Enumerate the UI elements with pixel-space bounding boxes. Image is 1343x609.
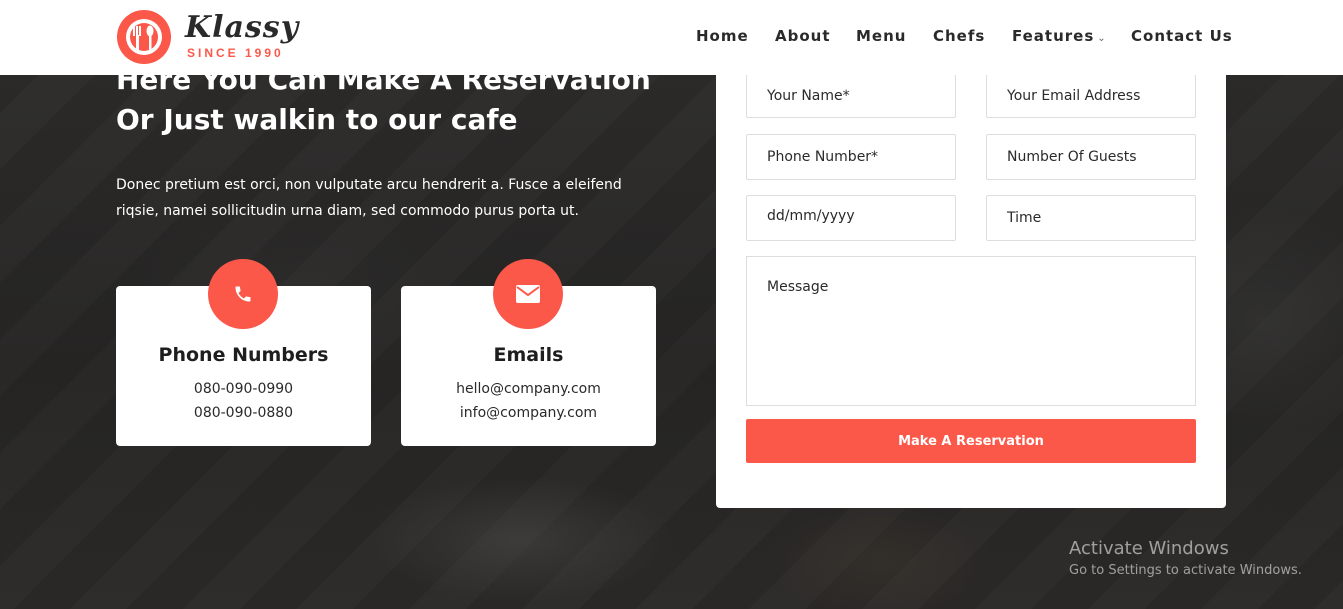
nav-item-contact-us[interactable]: Contact Us xyxy=(1131,27,1233,45)
reservation-form: Your Name* Your Email Address Phone Numb… xyxy=(716,60,1226,508)
nav-item-features[interactable]: Features ⌄ xyxy=(1012,27,1107,45)
email-address: hello@company.com xyxy=(456,381,601,397)
date-input[interactable]: dd/mm/yyyy xyxy=(746,195,956,241)
logo-tagline: SINCE 1990 xyxy=(187,46,284,60)
card-title: Emails xyxy=(493,344,564,366)
guests-select[interactable]: Number Of Guests xyxy=(986,134,1196,180)
name-input[interactable]: Your Name* xyxy=(746,74,956,118)
phone-input[interactable]: Phone Number* xyxy=(746,134,956,180)
make-reservation-button[interactable]: Make A Reservation xyxy=(746,419,1196,463)
nav-item-chefs[interactable]: Chefs xyxy=(933,27,985,45)
nav-item-menu[interactable]: Menu xyxy=(856,27,906,45)
nav-item-about[interactable]: About xyxy=(775,27,831,45)
envelope-icon xyxy=(516,285,540,303)
activate-windows-subtitle: Go to Settings to activate Windows. xyxy=(1069,563,1302,578)
activate-windows-watermark: Activate Windows Go to Settings to activ… xyxy=(1069,538,1302,578)
description-line-1: Donec pretium est orci, non vulputate ar… xyxy=(116,177,622,193)
description-line-2: riqsie, namei sollicitudin urna diam, se… xyxy=(116,203,579,219)
time-select[interactable]: Time xyxy=(986,195,1196,241)
email-placeholder: Your Email Address xyxy=(1007,88,1141,104)
email-card: Emails hello@company.com info@company.co… xyxy=(401,259,656,446)
time-placeholder: Time xyxy=(1007,210,1042,226)
phone-number: 080-090-0990 xyxy=(193,381,294,397)
card-title: Phone Numbers xyxy=(158,344,329,366)
email-address: info@company.com xyxy=(459,405,598,421)
main-nav: Home About Menu Chefs Features ⌄ Contact … xyxy=(0,27,1343,47)
nav-item-home[interactable]: Home xyxy=(696,27,749,45)
phone-number: 080-090-0880 xyxy=(193,405,294,421)
message-textarea[interactable]: Message xyxy=(746,256,1196,406)
guests-placeholder: Number Of Guests xyxy=(1007,149,1137,165)
phone-icon-badge xyxy=(208,259,278,329)
name-placeholder: Your Name* xyxy=(767,88,850,104)
heading-line-2: Or Just walkin to our cafe xyxy=(116,103,518,136)
phone-icon xyxy=(235,286,251,302)
reservation-description: Donec pretium est orci, non vulputate ar… xyxy=(116,172,636,224)
phone-card: Phone Numbers 080-090-0990 080-090-0880 xyxy=(116,259,371,446)
nav-item-features-label: Features xyxy=(1012,27,1095,45)
envelope-icon-badge xyxy=(493,259,563,329)
email-input[interactable]: Your Email Address xyxy=(986,74,1196,118)
message-placeholder: Message xyxy=(767,279,829,295)
site-header: Klassy SINCE 1990 Home About Menu Chefs … xyxy=(0,0,1343,75)
chevron-down-icon: ⌄ xyxy=(1097,33,1107,44)
activate-windows-title: Activate Windows xyxy=(1069,538,1229,559)
phone-placeholder: Phone Number* xyxy=(767,149,879,165)
date-placeholder: dd/mm/yyyy xyxy=(767,208,855,224)
